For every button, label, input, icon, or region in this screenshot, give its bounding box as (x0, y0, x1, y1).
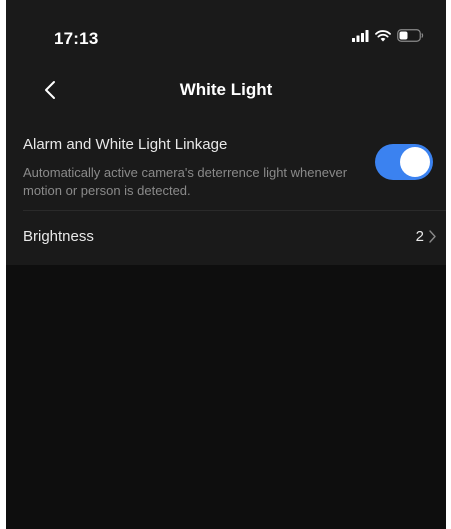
brightness-label: Brightness (23, 228, 94, 245)
chevron-right-icon (429, 230, 436, 248)
status-time: 17:13 (54, 29, 99, 48)
toggle-knob (400, 147, 430, 177)
wifi-icon (375, 29, 391, 47)
nav-bar: White Light (6, 70, 446, 114)
battery-icon (397, 29, 424, 47)
page-title: White Light (179, 80, 273, 99)
brightness-value: 2 (415, 228, 424, 245)
linkage-description: Automatically active camera's deterrence… (23, 165, 348, 198)
settings-panel: Alarm and White Light Linkage Automatica… (6, 120, 446, 265)
linkage-title: Alarm and White Light Linkage (23, 136, 228, 153)
brightness-row[interactable]: Brightness 2 (6, 211, 446, 263)
signal-icon (352, 29, 369, 47)
linkage-row: Alarm and White Light Linkage Automatica… (6, 120, 446, 210)
status-bar: 17:13 (6, 0, 446, 60)
status-icons (352, 29, 424, 47)
linkage-toggle[interactable] (375, 144, 433, 180)
phone-screen: 17:13 White Light Alarm and White Light … (6, 0, 446, 529)
